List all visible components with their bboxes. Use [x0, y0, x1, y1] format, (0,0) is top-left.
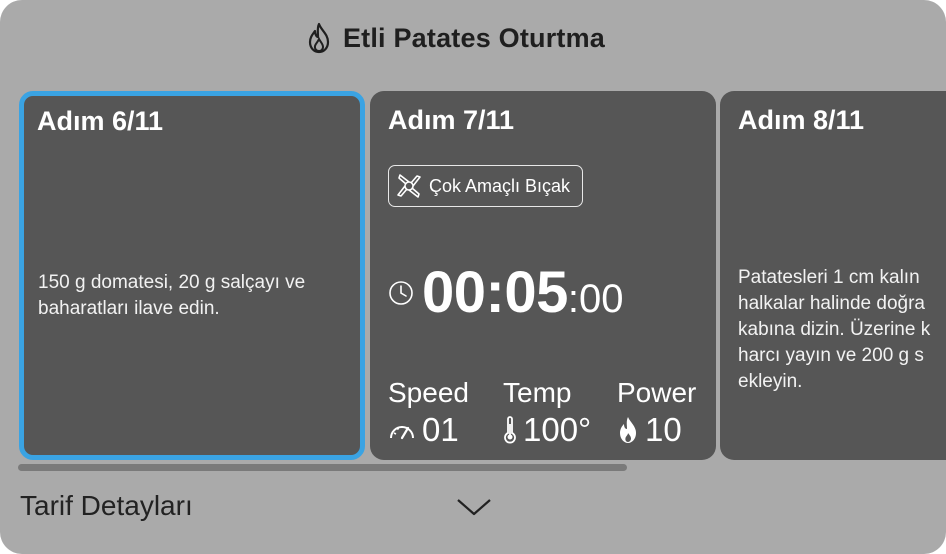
speed-label: Speed	[388, 377, 469, 408]
power-value: 10	[645, 411, 682, 448]
speed-value: 01	[422, 411, 459, 448]
step-title: Adım 6/11	[37, 106, 164, 136]
step-description: 150 g domatesi, 20 g salçayı ve baharatl…	[38, 272, 306, 319]
power-stat: Power 10	[617, 377, 696, 449]
horizontal-scrollbar[interactable]	[18, 464, 627, 471]
flame-outline-icon	[308, 22, 330, 54]
flame-icon	[620, 417, 636, 443]
recipe-header: Etli Patates Oturtma	[0, 18, 910, 58]
step-card-8[interactable]: Adım 8/11 Patatesleri 1 cm kalın halkala…	[720, 91, 946, 460]
step-card-6[interactable]: Adım 6/11 150 g domatesi, 20 g salçayı v…	[19, 91, 365, 460]
step-title: Adım 8/11	[738, 105, 865, 135]
temp-label: Temp	[503, 377, 572, 408]
blade-icon	[397, 174, 421, 198]
tool-badge[interactable]: Çok Amaçlı Bıçak	[388, 165, 583, 207]
timer-display: 00:05 :00	[388, 259, 623, 326]
tool-label: Çok Amaçlı Bıçak	[429, 175, 571, 196]
speedometer-icon	[390, 426, 414, 440]
clock-icon	[389, 280, 413, 305]
step-title: Adım 7/11	[388, 105, 515, 135]
timer-main: 00:05	[422, 260, 568, 325]
step-card-7[interactable]: Adım 7/11 Çok Amaçlı Bıçak 00:05 :00 Spe…	[370, 91, 716, 460]
recipe-details-label[interactable]: Tarif Detayları	[20, 490, 193, 522]
app-frame: Etli Patates Oturtma Adım 6/11 150 g dom…	[0, 0, 946, 554]
step-description: Patatesleri 1 cm kalın halkalar halinde …	[738, 267, 931, 392]
timer-seconds: :00	[567, 277, 624, 321]
temp-value: 100°	[523, 411, 592, 448]
recipe-title: Etli Patates Oturtma	[342, 22, 606, 53]
thermometer-icon	[504, 416, 516, 444]
power-label: Power	[617, 377, 697, 408]
speed-stat: Speed 01	[388, 377, 469, 449]
chevron-down-icon[interactable]	[456, 496, 492, 518]
temp-stat: Temp 100°	[503, 377, 591, 449]
